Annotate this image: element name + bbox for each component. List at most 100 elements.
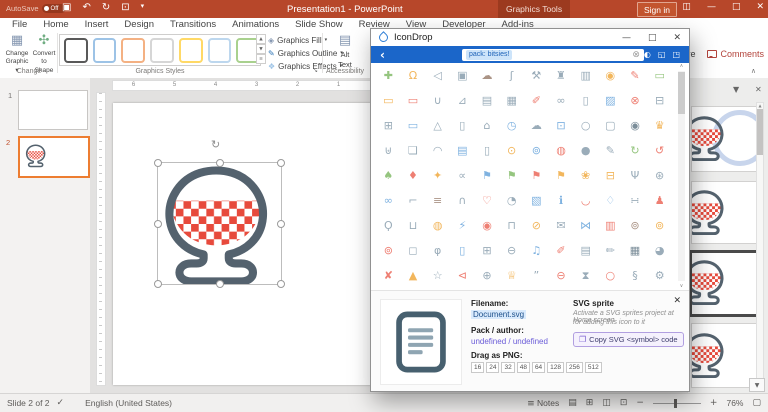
icon-hourglass[interactable]: ⧗	[582, 270, 590, 281]
icon-pie-chart[interactable]: ◕	[655, 245, 665, 256]
undo-icon[interactable]: ↶	[82, 2, 90, 13]
icon-flag-blue[interactable]: ⚑	[482, 170, 492, 181]
search-pack-tag[interactable]: pack: bitsies!	[466, 50, 512, 60]
change-graphic-button[interactable]: ▦ Change Graphic ▾	[4, 33, 30, 71]
alt-text-button[interactable]: ▤ Alt Text	[328, 33, 362, 71]
icon-sailboat[interactable]: ⊿	[458, 95, 467, 106]
png-size-24[interactable]: 24	[486, 362, 499, 373]
icon-pill-red[interactable]: ▭	[408, 95, 418, 106]
icon-mouse[interactable]: ⊖	[507, 245, 516, 256]
icon-globe[interactable]: ⊕	[482, 270, 491, 281]
icon-pin[interactable]: ◉	[482, 220, 492, 231]
icon-toolbox[interactable]: ⊔	[409, 220, 418, 231]
icon-book[interactable]: ▤	[482, 95, 492, 106]
icon-clock[interactable]: ◷	[507, 120, 517, 131]
zoom-slider-thumb[interactable]	[674, 399, 677, 408]
design-pane-scrollbar[interactable]: ▲	[756, 102, 764, 382]
design-suggestion-1[interactable]	[691, 106, 757, 172]
icon-bucket[interactable]: ∪	[434, 95, 442, 106]
icon-hydrant[interactable]: ♜	[556, 70, 566, 81]
tab-Animations[interactable]: Animations	[224, 18, 287, 31]
theme-toggle-icon[interactable]: ◐	[644, 50, 651, 59]
tab-Home[interactable]: Home	[35, 18, 76, 31]
search-input[interactable]: pack: bitsies! ⊗	[462, 49, 644, 61]
icon-gavel[interactable]: ⚒	[531, 70, 541, 81]
start-slideshow-icon[interactable]: ⊡	[121, 2, 129, 13]
dialog-launcher-icon[interactable]: ↘	[313, 67, 318, 74]
customize-qat-icon[interactable]: ▾	[141, 2, 145, 13]
icon-trash[interactable]: ▯	[583, 95, 589, 106]
icon-flame[interactable]: ✦	[433, 170, 442, 181]
resize-handle-se[interactable]	[277, 280, 285, 288]
grid-scroll-down-icon[interactable]: ∨	[677, 283, 686, 289]
icon-ring[interactable]: ○	[606, 270, 616, 281]
icon-pill-yellow[interactable]: ▭	[383, 95, 393, 106]
slide-2-thumbnail[interactable]	[18, 136, 90, 178]
icon-tree[interactable]: ♠	[383, 170, 393, 181]
tab-Design[interactable]: Design	[116, 18, 162, 31]
design-suggestion-4[interactable]	[691, 323, 757, 388]
icon-info[interactable]: ℹ	[559, 195, 563, 206]
icon-heart[interactable]: ♡	[482, 195, 492, 206]
icon-burger[interactable]: ≡	[433, 195, 442, 206]
icon-pistol[interactable]: ⌐	[408, 195, 417, 206]
icon-tag[interactable]: ⊲	[458, 270, 467, 281]
icon-credit-card[interactable]: ▭	[408, 120, 418, 131]
notes-button[interactable]: ≡ Notes	[527, 398, 559, 409]
icon-lock[interactable]: ◉	[630, 120, 640, 131]
png-size-64[interactable]: 64	[532, 362, 545, 373]
icon-photo[interactable]: ▨	[605, 95, 615, 106]
icon-phone[interactable]: ▯	[459, 245, 465, 256]
icon-map-pin[interactable]: ♦	[408, 170, 418, 181]
pack-author-value[interactable]: undefined / undefined	[471, 337, 548, 346]
icon-gear[interactable]: ⚙	[655, 270, 665, 281]
icon-image[interactable]: ▧	[531, 195, 541, 206]
zoom-level[interactable]: 76%	[726, 398, 743, 408]
icon-brush[interactable]: ✐	[532, 95, 541, 106]
fit-to-window-icon[interactable]: ▢	[752, 398, 761, 408]
resize-handle-e[interactable]	[277, 220, 285, 228]
icon-envelope[interactable]: ✉	[556, 220, 565, 231]
icon-chat-alert[interactable]: ❏	[408, 145, 418, 156]
icon-medal-bronze[interactable]: ⊚	[630, 220, 639, 231]
slide-indicator[interactable]: Slide 2 of 2	[7, 398, 50, 408]
png-size-256[interactable]: 256	[566, 362, 583, 373]
icon-flag-red[interactable]: ⚑	[531, 170, 541, 181]
clear-search-icon[interactable]: ⊗	[632, 50, 640, 60]
slideshow-icon[interactable]: ⊡	[620, 398, 628, 408]
icon-cloud-rain[interactable]: ☁	[481, 70, 492, 81]
icon-file-remove[interactable]: ↺	[655, 145, 664, 156]
icon-flag-green[interactable]: ⚑	[507, 170, 517, 181]
icon-dot[interactable]: ○	[581, 120, 591, 131]
resize-handle-n[interactable]	[216, 159, 224, 167]
gallery-down-icon[interactable]: ▼	[256, 44, 266, 54]
comments-button[interactable]: Comments	[707, 49, 764, 59]
rotate-handle[interactable]: ↻	[211, 138, 220, 151]
detail-close-icon[interactable]: ✕	[673, 296, 681, 306]
scroll-up-icon[interactable]: ▲	[757, 103, 763, 108]
icon-paperclip[interactable]: ʃ	[510, 70, 514, 81]
icon-chart[interactable]: ▥	[580, 70, 590, 81]
graphics-effects-button[interactable]: ❖ Graphics Effects ▾	[268, 60, 328, 72]
grid-scroll-thumb[interactable]	[678, 72, 685, 114]
collapse-ribbon-icon[interactable]: ∧	[751, 67, 756, 75]
icon-lightning[interactable]: ⚡	[458, 220, 466, 231]
icon-cutlery[interactable]: Ψ	[631, 170, 640, 181]
icon-document[interactable]: ▢	[605, 120, 615, 131]
expand-window-icon[interactable]: ◳	[672, 50, 680, 59]
icon-grid-scrollbar[interactable]: ∧ ∨	[677, 63, 686, 289]
icon-sphere[interactable]: ●	[581, 145, 591, 156]
icon-controller[interactable]: ∺	[630, 195, 639, 206]
icon-megaphone[interactable]: ◁	[433, 70, 441, 81]
style-swatch-#f4b183[interactable]	[121, 38, 145, 63]
design-close-icon[interactable]: ✕	[755, 85, 768, 94]
gallery-up-icon[interactable]: ▲	[256, 34, 266, 44]
icon-minus-circle[interactable]: ⊖	[556, 270, 565, 281]
icon-diamond[interactable]: ♢	[605, 195, 615, 206]
icon-link[interactable]: ⋈	[580, 220, 591, 231]
icon-close-circle[interactable]: ⊗	[630, 95, 639, 106]
resize-handle-ne[interactable]	[277, 159, 285, 167]
reading-view-icon[interactable]: ◫	[602, 398, 611, 408]
resize-handle-w[interactable]	[154, 220, 162, 228]
icon-pyramid[interactable]: ▲	[409, 270, 417, 281]
